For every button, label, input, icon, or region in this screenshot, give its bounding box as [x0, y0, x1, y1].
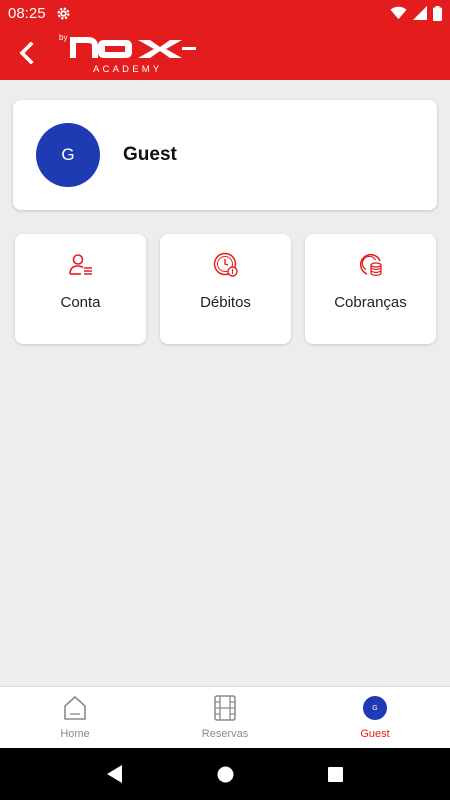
nav-item-guest[interactable]: G Guest: [300, 687, 450, 748]
clock-coin-icon: [213, 252, 238, 277]
system-back-button[interactable]: [95, 754, 135, 794]
user-list-icon: [68, 254, 92, 275]
profile-name: Guest: [123, 144, 177, 165]
nav-label-guest: Guest: [360, 728, 390, 740]
bottom-nav: Home Reservas G Guest: [0, 686, 450, 748]
system-home-button[interactable]: [205, 754, 245, 794]
back-arrow-icon: [19, 42, 34, 64]
status-bar: 08:25: [0, 0, 450, 26]
system-recents-button[interactable]: [315, 754, 355, 794]
wifi-icon: [390, 6, 407, 20]
circle-home-icon: [217, 766, 233, 782]
battery-icon: [433, 5, 442, 21]
coins-icon: [359, 254, 382, 277]
nav-item-reservas[interactable]: Reservas: [150, 687, 300, 748]
status-time: 08:25: [8, 4, 46, 22]
cell-signal-icon: [413, 6, 427, 20]
avatar-small-initial: G: [372, 704, 378, 712]
avatar-small: G: [363, 696, 387, 720]
profile-card[interactable]: G Guest: [13, 100, 437, 210]
home-icon: [64, 696, 86, 720]
nav-item-home[interactable]: Home: [0, 687, 150, 748]
settings-gear-icon: [57, 7, 70, 19]
tile-label: Conta: [60, 294, 101, 311]
svg-text:by: by: [59, 33, 67, 42]
square-recents-icon: [327, 766, 343, 782]
tile-conta[interactable]: Conta: [15, 234, 146, 344]
tile-cobrancas[interactable]: Cobranças: [305, 234, 436, 344]
svg-text:ACADEMY: ACADEMY: [93, 64, 162, 75]
tile-label: Cobranças: [334, 294, 407, 311]
avatar: G: [36, 123, 100, 187]
nav-label-reservas: Reservas: [201, 728, 249, 740]
nav-label-home: Home: [60, 728, 90, 740]
avatar-initial: G: [61, 145, 75, 164]
nox-academy-logo: by ACADEMY: [59, 33, 196, 75]
tile-debitos[interactable]: Débitos: [160, 234, 291, 344]
film-icon: [214, 695, 236, 721]
tile-label: Débitos: [200, 294, 251, 311]
app-bar: by ACADEMY: [0, 26, 450, 80]
triangle-back-icon: [107, 765, 122, 783]
back-button[interactable]: [10, 36, 44, 70]
system-nav-bar: [0, 748, 450, 800]
